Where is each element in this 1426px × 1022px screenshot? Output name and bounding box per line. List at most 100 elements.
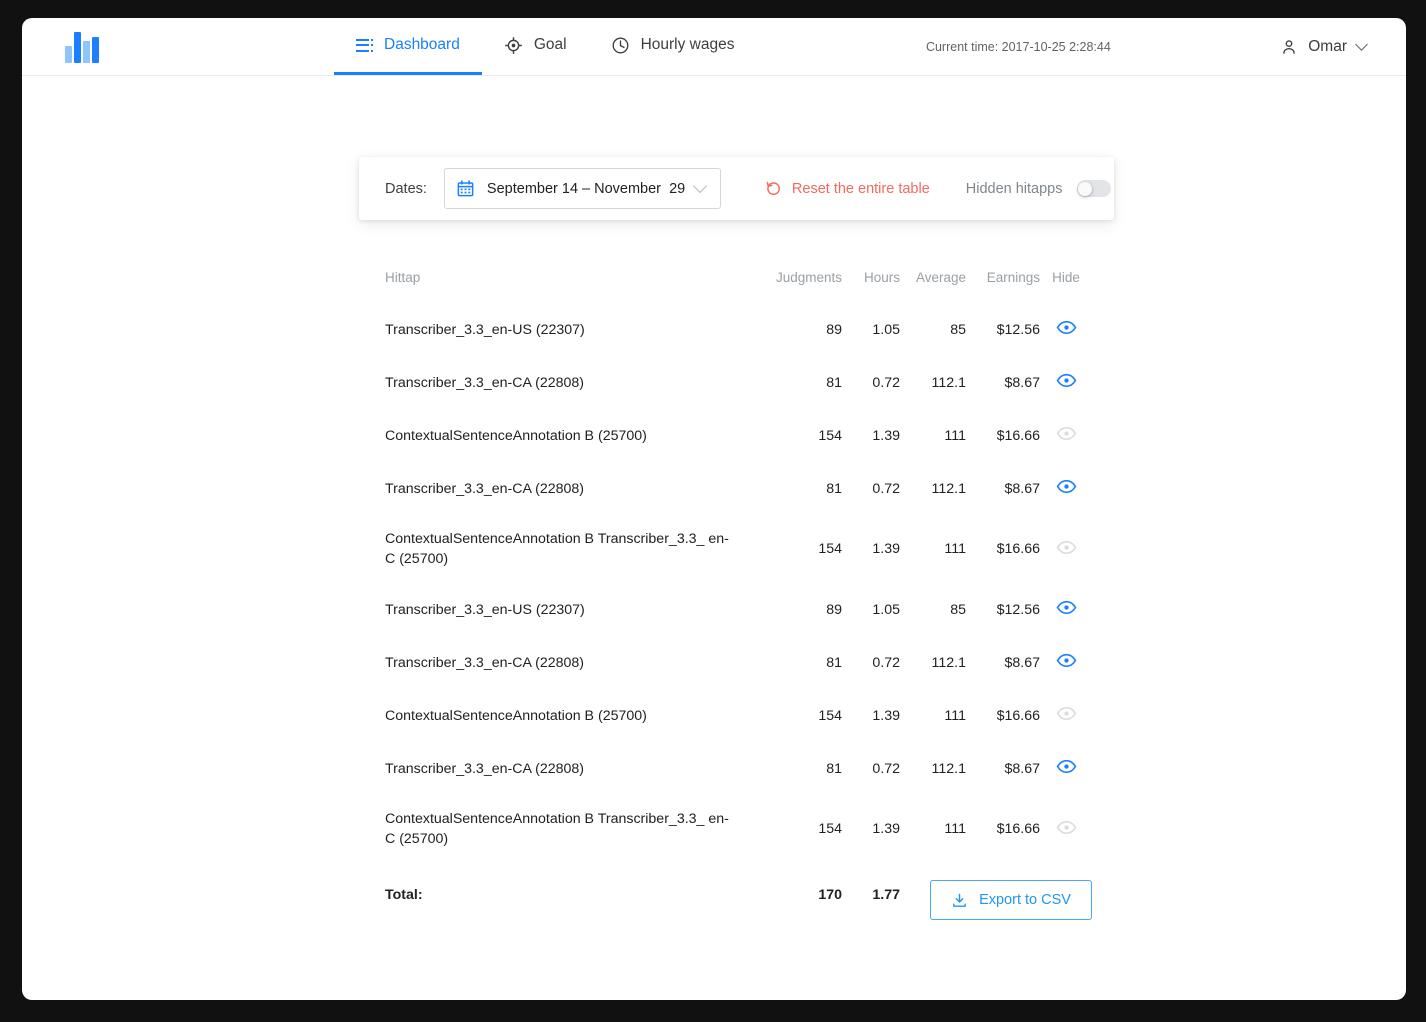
table-header-row: Hittap Judgments Hours Average Earnings … [385, 270, 1092, 303]
eye-hidden-icon[interactable] [1056, 423, 1077, 444]
table-row: ContextualSentenceAnnotation B Transcrib… [385, 515, 1092, 583]
undo-icon [765, 180, 782, 197]
row-earnings: $16.66 [996, 821, 1040, 837]
date-range-select[interactable]: September 14 – November 29 [443, 168, 721, 209]
row-earnings: $16.66 [996, 427, 1040, 444]
row-judgments: 81 [826, 760, 842, 777]
person-icon [1280, 38, 1298, 56]
eye-visible-icon[interactable] [1056, 756, 1077, 777]
calendar-icon [456, 179, 475, 198]
row-average: 111 [944, 427, 966, 444]
row-judgments: 81 [826, 480, 842, 497]
table-row: Transcriber_3.3_en-CA (22808) 81 0.72 112.1… [385, 462, 1092, 515]
nav-tab-hourly-wages[interactable]: Hourly wages [589, 18, 757, 75]
eye-visible-icon[interactable] [1056, 476, 1077, 497]
table-row: ContextualSentenceAnnotation B Transcrib… [385, 795, 1092, 863]
row-hide-cell [1040, 636, 1092, 689]
column-header-average[interactable]: Average [900, 270, 966, 303]
row-average: 112.1 [931, 654, 966, 671]
row-average: 85 [950, 321, 966, 338]
table-row: Transcriber_3.3_en-CA (22808) 81 0.72 112.1… [385, 742, 1092, 795]
table-row: Transcriber_3.3_en-US (22307) 89 1.05 85 $12… [385, 583, 1092, 636]
eye-visible-icon[interactable] [1056, 370, 1077, 391]
row-hittap-name: Transcriber_3.3_en-CA (22808) [385, 374, 584, 391]
row-hittap-name: ContextualSentenceAnnotation B Transcrib… [385, 531, 729, 567]
app-window: Dashboard Goal Hourly wages Current time… [22, 18, 1406, 1000]
row-hittap-name: ContextualSentenceAnnotation B Transcrib… [385, 811, 729, 847]
filter-toolbar: Dates: September 14 – November 29 Reset … [359, 157, 1114, 220]
row-average: 112.1 [931, 760, 966, 777]
row-hittap-name: Transcriber_3.3_en-CA (22808) [385, 654, 584, 671]
user-menu[interactable]: Omar [1280, 18, 1368, 75]
table-row: ContextualSentenceAnnotation B (25700) 15… [385, 689, 1092, 742]
app-logo[interactable] [52, 18, 112, 75]
row-average: 85 [950, 601, 966, 618]
row-earnings: $12.56 [996, 321, 1040, 338]
dates-label: Dates: [385, 180, 427, 197]
column-header-judgments[interactable]: Judgments [756, 270, 842, 303]
table-row: Transcriber_3.3_en-US (22307) 89 1.05 85 $12… [385, 303, 1092, 356]
row-judgments: 81 [826, 654, 842, 671]
row-hide-cell [1040, 795, 1092, 863]
eye-visible-icon[interactable] [1056, 597, 1077, 618]
row-average: 111 [944, 541, 966, 557]
row-average: 112.1 [931, 374, 966, 391]
eye-visible-icon[interactable] [1056, 317, 1077, 338]
nav-tab-hourly-wages-label: Hourly wages [640, 36, 735, 53]
row-hours: 1.39 [872, 541, 900, 557]
table-body: Transcriber_3.3_en-US (22307) 89 1.05 85 $12… [385, 303, 1092, 919]
row-hide-cell [1040, 462, 1092, 515]
export-area: Export to CSV [385, 880, 1092, 920]
nav-tab-dashboard[interactable]: Dashboard [334, 18, 482, 75]
column-header-hittap[interactable]: Hittap [385, 270, 756, 303]
chevron-down-icon [692, 178, 707, 194]
row-average: 111 [944, 821, 966, 837]
table-head: Hittap Judgments Hours Average Earnings … [385, 270, 1092, 303]
column-header-hours[interactable]: Hours [842, 270, 900, 303]
download-icon [951, 892, 968, 909]
export-csv-button[interactable]: Export to CSV [930, 880, 1092, 920]
nav-tab-goal-label: Goal [533, 36, 567, 53]
reset-table-button[interactable]: Reset the entire table [765, 180, 930, 197]
row-judgments: 154 [818, 427, 842, 444]
row-hittap-name: Transcriber_3.3_en-CA (22808) [385, 760, 584, 777]
export-csv-label: Export to CSV [979, 892, 1071, 908]
hidden-hitapps-group: Hidden hitapps [966, 180, 1111, 197]
row-hours: 0.72 [872, 654, 900, 671]
eye-hidden-icon[interactable] [1056, 703, 1077, 724]
eye-hidden-icon[interactable] [1056, 817, 1077, 838]
row-hide-cell [1040, 303, 1092, 356]
table-row: Transcriber_3.3_en-CA (22808) 81 0.72 112.1… [385, 636, 1092, 689]
nav-tab-goal[interactable]: Goal [482, 18, 589, 75]
bar-chart-logo-icon [65, 31, 99, 63]
row-judgments: 154 [818, 821, 842, 837]
app-header: Dashboard Goal Hourly wages Current time… [22, 18, 1406, 76]
row-hide-cell [1040, 689, 1092, 742]
row-judgments: 154 [818, 707, 842, 724]
row-judgments: 154 [818, 541, 842, 557]
row-hours: 1.39 [872, 821, 900, 837]
hitapps-table-container: Hittap Judgments Hours Average Earnings … [385, 270, 1092, 919]
row-hide-cell [1040, 515, 1092, 583]
eye-hidden-icon[interactable] [1056, 537, 1077, 558]
row-earnings: $12.56 [996, 601, 1040, 618]
row-hittap-name: Transcriber_3.3_en-CA (22808) [385, 480, 584, 497]
row-hours: 0.72 [872, 374, 900, 391]
eye-visible-icon[interactable] [1056, 650, 1077, 671]
row-judgments: 89 [826, 321, 842, 338]
row-hours: 1.39 [872, 707, 900, 724]
column-header-earnings[interactable]: Earnings [966, 270, 1040, 303]
hitapps-table: Hittap Judgments Hours Average Earnings … [385, 270, 1092, 919]
nav-tab-dashboard-label: Dashboard [384, 36, 460, 53]
row-earnings: $16.66 [996, 707, 1040, 724]
date-range-value: September 14 – November 29 [486, 180, 686, 197]
table-row: Transcriber_3.3_en-CA (22808) 81 0.72 112.1… [385, 356, 1092, 409]
row-judgments: 89 [826, 601, 842, 618]
row-hittap-name: Transcriber_3.3_en-US (22307) [385, 321, 585, 338]
row-hours: 1.05 [872, 601, 900, 618]
row-hours: 1.05 [872, 321, 900, 338]
row-hours: 1.39 [872, 427, 900, 444]
row-earnings: $8.67 [1004, 374, 1040, 391]
clock-icon [611, 36, 630, 55]
hidden-hitapps-toggle[interactable] [1076, 180, 1111, 197]
